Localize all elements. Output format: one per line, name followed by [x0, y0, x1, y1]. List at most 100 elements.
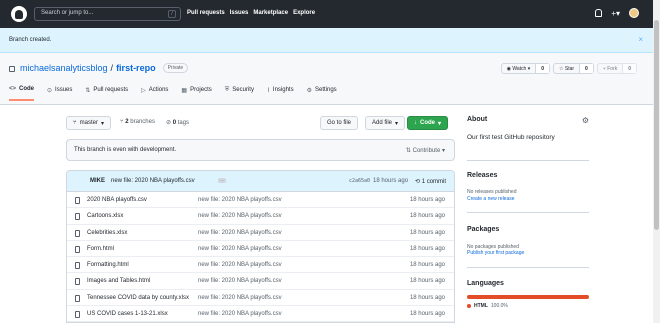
nav-issues[interactable]: Issues [230, 10, 249, 16]
releases-heading[interactable]: Releases [467, 172, 497, 179]
language-percent: 100.0% [490, 303, 508, 309]
commit-count-label: 1 commit [421, 179, 447, 185]
tab-actions[interactable]: ▷ Actions [141, 86, 168, 101]
search-input[interactable]: Search or jump to... / [34, 7, 181, 21]
commit-sha[interactable]: c2a65a0 [349, 178, 370, 184]
star-count[interactable]: 0 [580, 64, 593, 73]
code-button[interactable]: ↓ Code ▾ [407, 116, 449, 130]
file-commit-message[interactable]: new file: 2020 NBA playoffs.csv [198, 295, 282, 301]
tab-pull-requests[interactable]: ⇅ Pull requests [85, 86, 128, 101]
watch-count[interactable]: 0 [536, 64, 549, 73]
about-heading: About [467, 116, 488, 123]
tab-issues[interactable]: ⊙ Issues [47, 86, 72, 101]
file-icon [75, 294, 80, 302]
file-name-link[interactable]: Form.html [87, 246, 114, 252]
tab-label: Settings [315, 87, 337, 93]
close-icon[interactable]: × [638, 35, 643, 44]
file-name-link[interactable]: US COVID cases 1-13-21.xlsx [87, 311, 168, 317]
file-name-link[interactable]: Cartoons.xlsx [87, 213, 123, 219]
file-icon [75, 229, 80, 237]
commit-expand-button[interactable]: ... [218, 178, 226, 183]
shield-icon: ⛨ [224, 86, 230, 93]
flash-banner: Branch created. × [0, 28, 653, 53]
tab-projects[interactable]: ▦ Projects [181, 86, 211, 101]
language-item[interactable]: HTML 100.0% [467, 303, 508, 309]
fork-button[interactable]: ⑂ Fork 0 [596, 63, 637, 74]
create-release-link[interactable]: Create a new release [467, 196, 515, 202]
file-commit-message[interactable]: new file: 2020 NBA playoffs.csv [198, 246, 282, 252]
file-commit-message[interactable]: new file: 2020 NBA playoffs.csv [198, 311, 282, 317]
nav-marketplace[interactable]: Marketplace [253, 10, 288, 16]
file-name-link[interactable]: 2020 NBA playoffs.csv [87, 197, 147, 203]
branches-link[interactable]: ⑂ 2 branches [120, 119, 155, 125]
sidebar-divider [467, 212, 589, 213]
nav-pull-requests[interactable]: Pull requests [187, 10, 225, 16]
vertical-scrollbar[interactable] [653, 0, 660, 323]
star-button[interactable]: ☆ Star 0 [553, 63, 594, 74]
tab-label: Pull requests [93, 87, 129, 93]
add-file-button[interactable]: Add file ▾ [365, 116, 406, 130]
about-description: Our first test GitHub repository [467, 134, 555, 141]
file-toolbar: ⑂ master ▾ ⑂ 2 branches ⊘ 0 tags Go to f… [66, 116, 455, 131]
flash-message: Branch created. [9, 37, 52, 43]
repo-title-separator: / [110, 63, 114, 73]
notifications-bell-icon[interactable] [595, 9, 603, 17]
gear-icon[interactable]: ⚙ [582, 116, 589, 125]
search-placeholder: Search or jump to... [41, 10, 94, 16]
packages-heading[interactable]: Packages [467, 226, 499, 233]
fork-count[interactable]: 0 [623, 64, 636, 73]
sidebar-divider [467, 267, 589, 268]
create-new-menu[interactable]: +▾ [611, 9, 620, 18]
contribute-button[interactable]: ⇅ Contribute ▾ [406, 147, 445, 154]
github-repo-page: Search or jump to... / Pull requests Iss… [0, 0, 660, 323]
scrollbar-thumb[interactable] [654, 20, 659, 230]
chevron-down-icon: ▾ [438, 120, 442, 127]
branch-status-bar: This branch is even with development. ⇅ … [66, 139, 455, 161]
file-commit-message[interactable]: new file: 2020 NBA playoffs.csv [198, 230, 282, 236]
github-logo-icon[interactable] [11, 6, 27, 22]
issue-icon: ⊙ [47, 87, 53, 94]
file-time: 18 hours ago [409, 262, 445, 269]
commit-author[interactable]: MIKE [90, 178, 105, 184]
commit-count-link[interactable]: ⟲ 1 commit [415, 178, 446, 185]
chevron-down-icon: ▾ [100, 120, 104, 127]
publish-package-link[interactable]: Publish your first package [467, 250, 524, 256]
file-row: Celebrities.xlsx new file: 2020 NBA play… [67, 225, 454, 241]
file-time: 18 hours ago [409, 213, 445, 220]
file-time: 18 hours ago [409, 197, 445, 203]
file-name-link[interactable]: Tennessee COVID data by county.xlsx [87, 295, 189, 301]
download-icon: ↓ [414, 120, 417, 126]
file-name-link[interactable]: Celebrities.xlsx [87, 230, 127, 236]
branch-select-button[interactable]: ⑂ master ▾ [66, 116, 111, 130]
tags-link[interactable]: ⊘ 0 tags [166, 119, 189, 126]
tab-settings[interactable]: ⚙ Settings [307, 86, 337, 101]
tab-label: Actions [148, 87, 169, 93]
file-commit-message[interactable]: new file: 2020 NBA playoffs.csv [198, 197, 282, 203]
repo-tabs: <> Code ⊙ Issues ⇅ Pull requests ▷ Actio… [9, 86, 337, 101]
pull-request-icon: ⇅ [405, 148, 411, 154]
user-avatar[interactable] [629, 8, 639, 18]
go-to-file-button[interactable]: Go to file [320, 116, 359, 130]
pull-request-icon: ⇅ [85, 87, 91, 94]
file-commit-message[interactable]: new file: 2020 NBA playoffs.csv [198, 213, 282, 219]
file-row: US COVID cases 1-13-21.xlsx new file: 20… [67, 306, 454, 322]
branch-icon: ⑂ [73, 120, 77, 126]
file-commit-message[interactable]: new file: 2020 NBA playoffs.csv [198, 278, 282, 284]
nav-explore[interactable]: Explore [293, 10, 315, 16]
file-name-link[interactable]: Formatting.html [87, 262, 129, 268]
tab-code[interactable]: <> Code [9, 86, 35, 101]
repo-sidebar: About ⚙ Our first test GitHub repository… [467, 116, 589, 309]
repo-owner-link[interactable]: michaelsanalyticsblog [20, 63, 108, 73]
file-name-link[interactable]: Images and Tables.html [87, 278, 150, 284]
global-nav-links: Pull requests Issues Marketplace Explore [187, 10, 315, 16]
tab-security[interactable]: ⛨ Security [225, 86, 254, 101]
branch-icon: ⑂ [120, 119, 124, 125]
tab-insights[interactable]: ⌇ Insights [267, 86, 294, 101]
file-commit-message[interactable]: new file: 2020 NBA playoffs.csv [198, 262, 282, 268]
add-file-label: Add file [372, 120, 393, 126]
watch-button[interactable]: ◉ Watch ▾ 0 [500, 63, 550, 74]
no-releases-text: No releases published [467, 189, 517, 195]
tab-label: Issues [55, 87, 73, 93]
repo-name-link[interactable]: first-repo [116, 63, 156, 73]
commit-message[interactable]: new file: 2020 NBA playoffs.csv [111, 178, 195, 184]
